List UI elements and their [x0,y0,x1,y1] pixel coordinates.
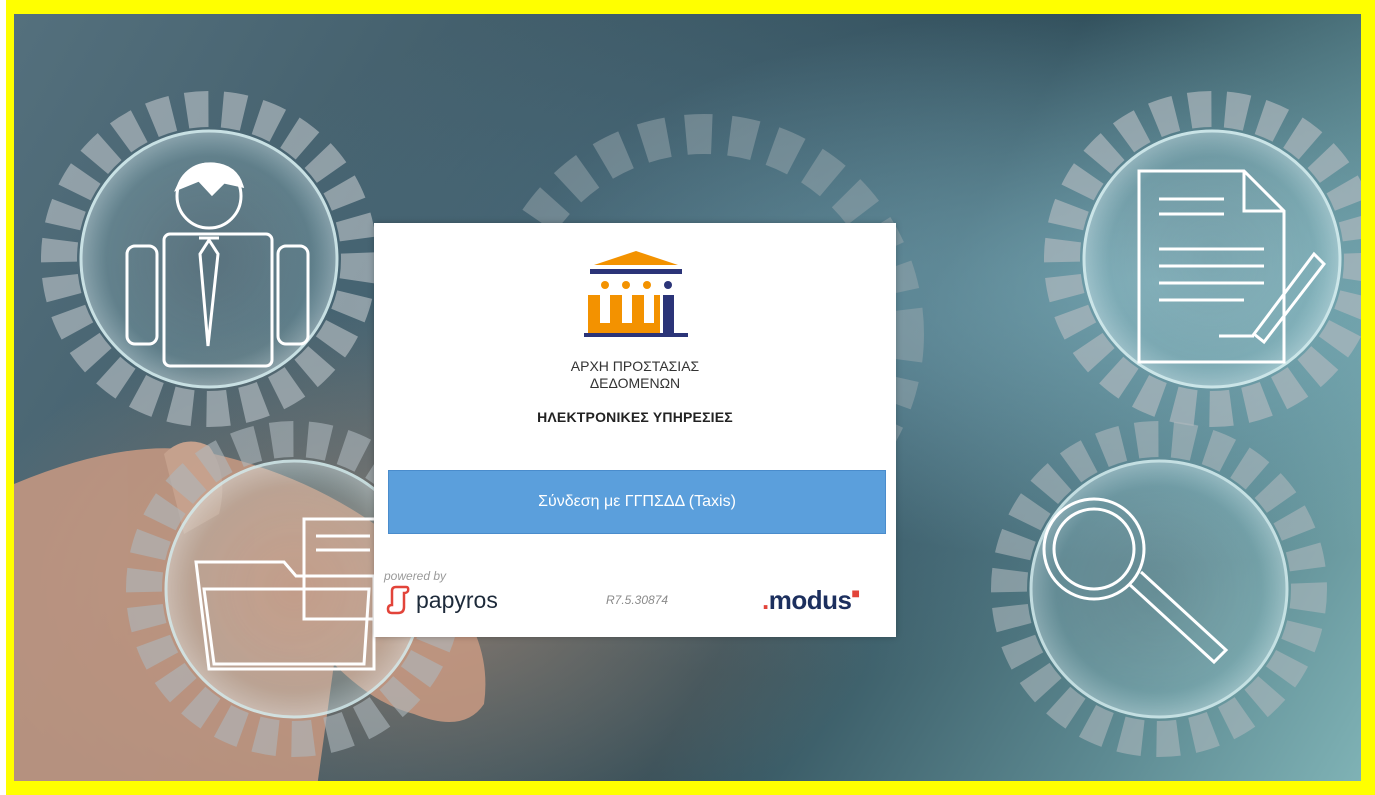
left-edge [0,0,6,795]
dpa-logo [584,251,688,337]
version-label: R7.5.30874 [606,593,669,607]
modus-dot-icon: . [762,585,769,615]
login-card: ΑΡΧΗ ΠΡΟΣΤΑΣΙΑΣ ΔΕΔΟΜΕΝΩΝ ΗΛΕΚΤΡΟΝΙΚΕΣ Υ… [374,223,896,637]
gear-icon [41,91,377,427]
powered-by-label: powered by [384,569,447,583]
papyros-mark-icon [386,585,410,615]
org-name: ΑΡΧΗ ΠΡΟΣΤΑΣΙΑΣ ΔΕΔΟΜΕΝΩΝ [570,358,700,391]
services-title: ΗΛΕΚΤΡΟΝΙΚΕΣ ΥΠΗΡΕΣΙΕΣ [537,409,733,425]
papyros-logo[interactable]: papyros [386,583,498,617]
modus-text: modus [768,585,852,615]
taxis-login-button[interactable]: Σύνδεση με ΓΓΠΣΔΔ (Taxis) [388,470,886,534]
papyros-text: papyros [416,586,498,613]
modus-mark-icon: ■ [851,585,860,601]
page-frame: ΑΡΧΗ ΠΡΟΣΤΑΣΙΑΣ ΔΕΔΟΜΕΝΩΝ ΗΛΕΚΤΡΟΝΙΚΕΣ Υ… [0,0,1375,795]
modus-logo[interactable]: .modus■ [762,585,860,616]
